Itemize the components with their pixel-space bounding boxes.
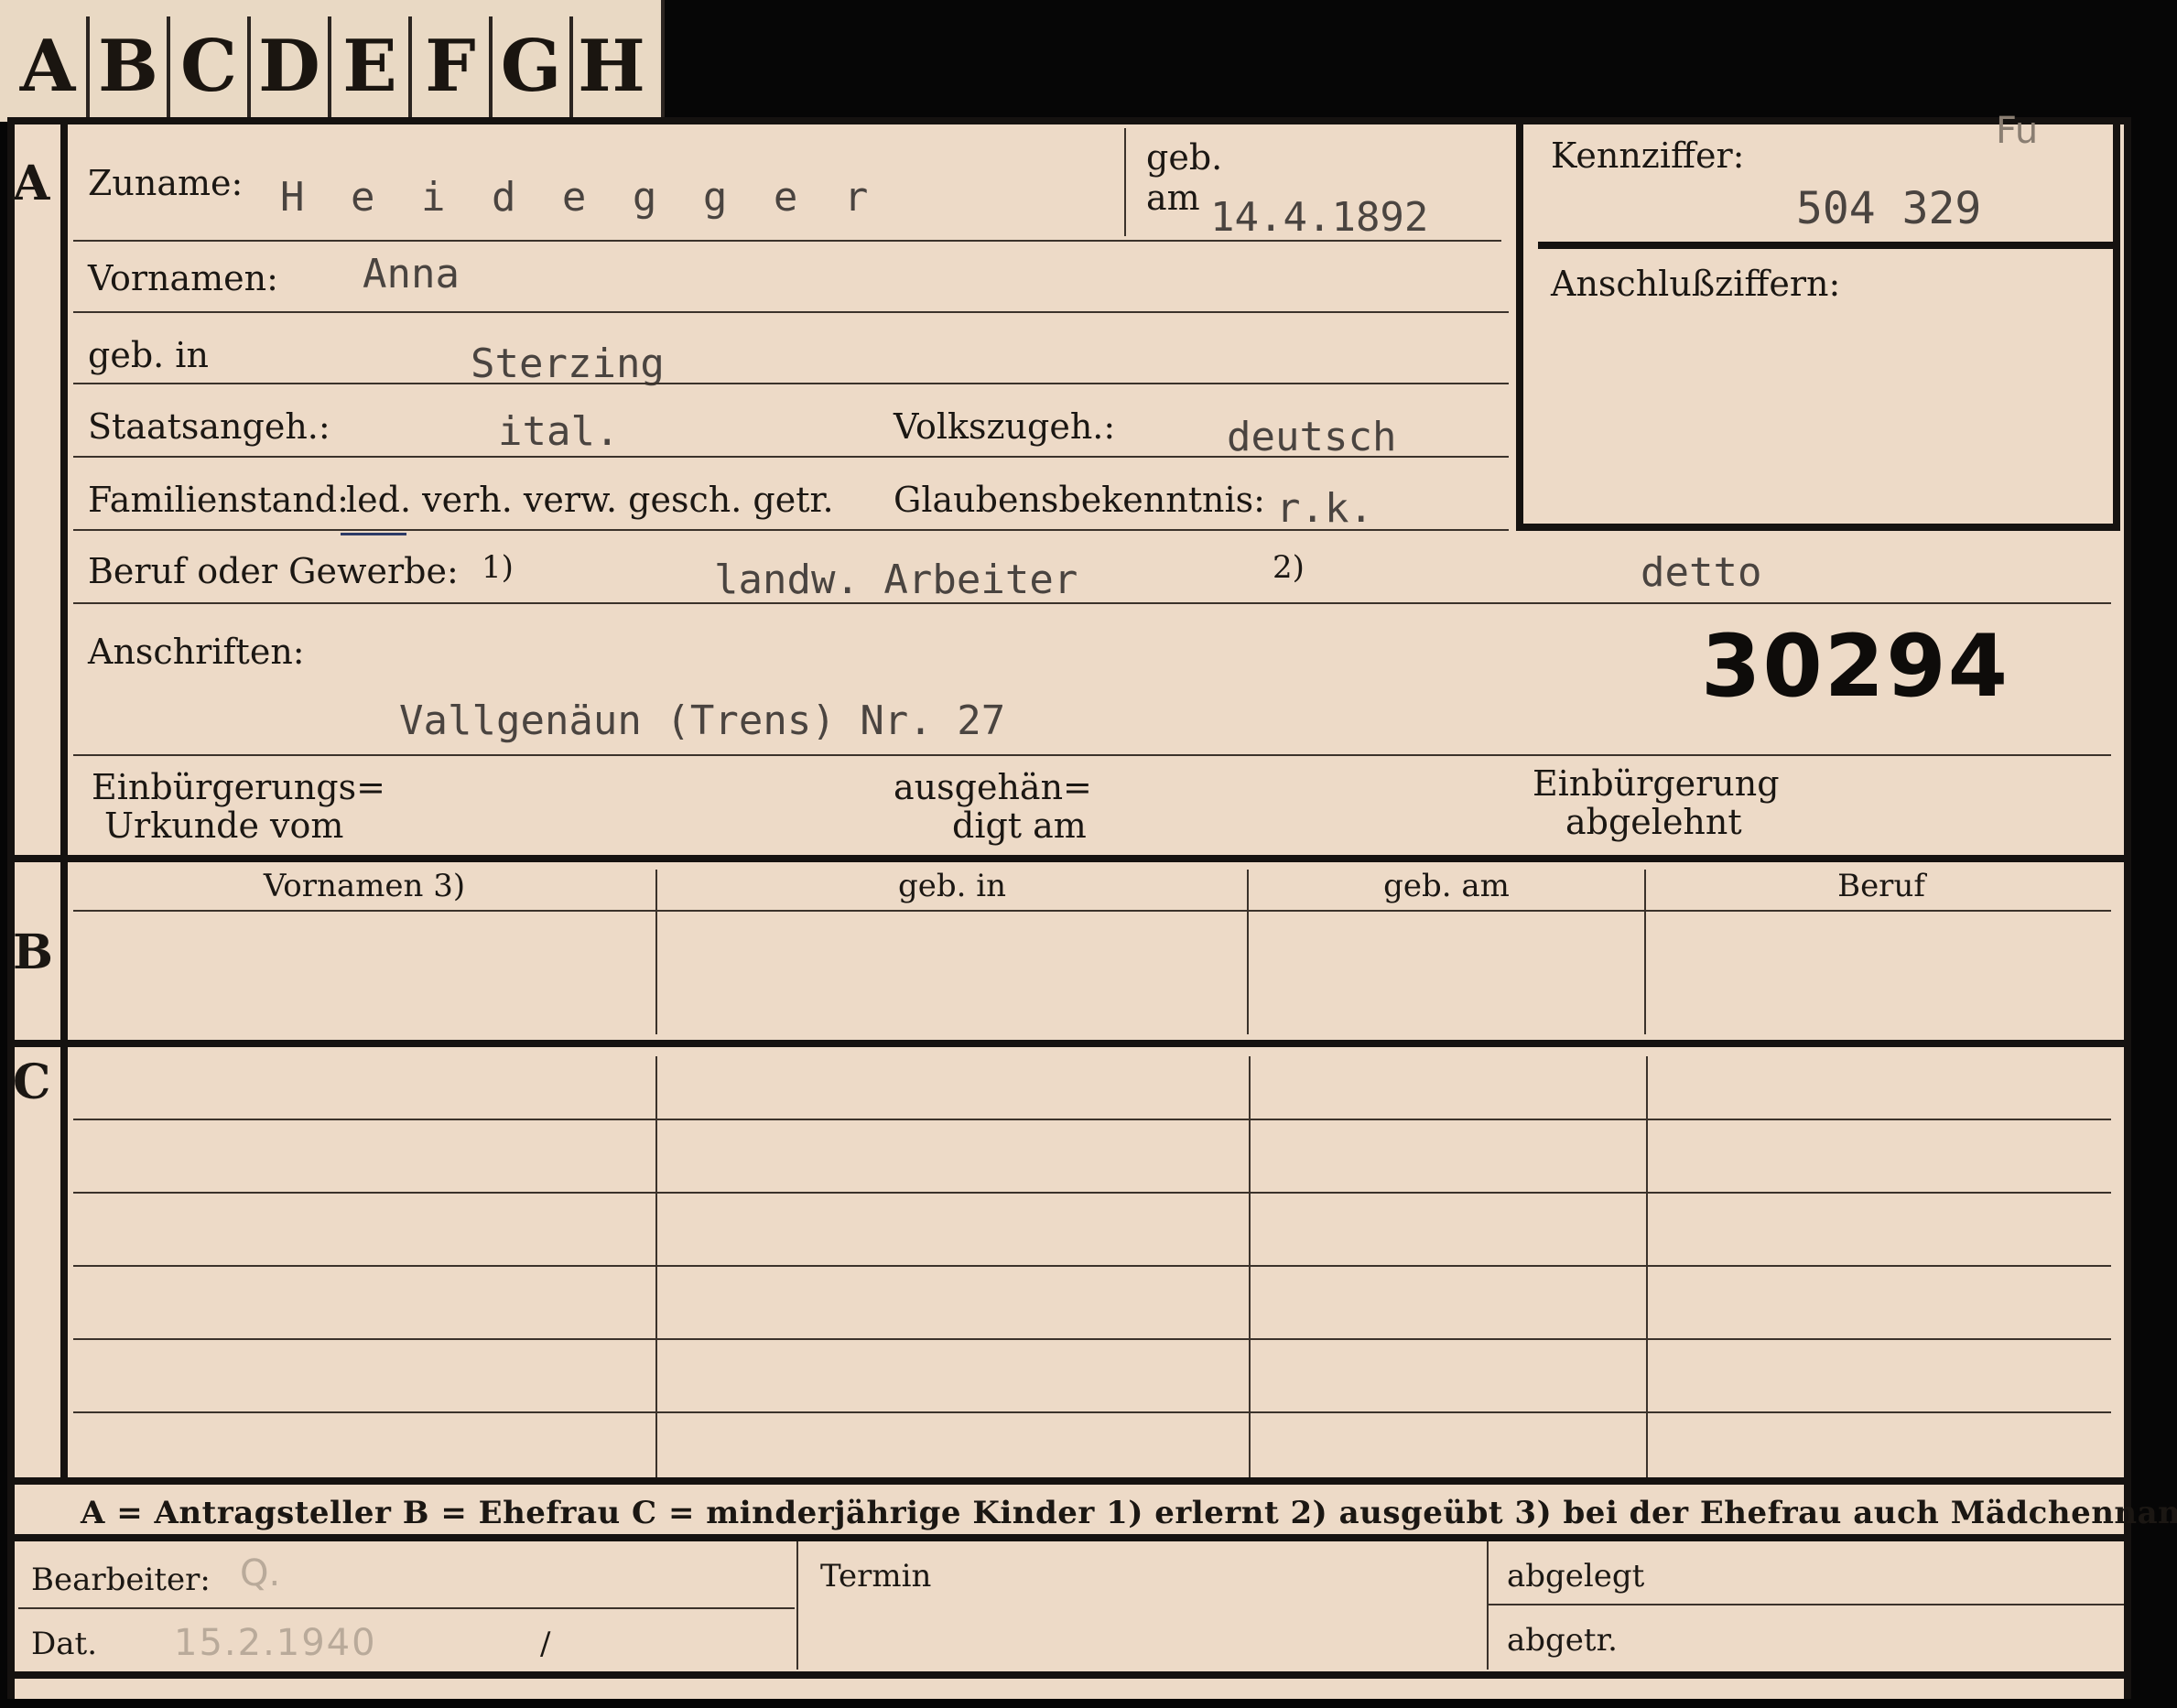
tab-letter-c: C [170, 16, 251, 117]
registration-card [7, 117, 2131, 1699]
row-line [73, 1338, 2111, 1340]
column-vornamen: Vornamen 3) [263, 868, 466, 904]
section-b-rule [60, 860, 68, 1040]
familienstand-label: Familienstand: [88, 480, 349, 520]
row-line [73, 1411, 2111, 1413]
row-line [73, 383, 1509, 384]
stamp-number: 30294 [1701, 617, 2010, 717]
card-left-border [7, 117, 15, 1699]
bearbeiter-value: Q. [240, 1552, 281, 1594]
column-beruf: Beruf [1837, 868, 1925, 904]
card-top-border [7, 117, 2131, 124]
vornamen-value: Anna [363, 251, 460, 297]
familienstand-mark [341, 533, 406, 535]
section-a-rule [60, 123, 68, 855]
tab-letter-e: E [331, 16, 412, 117]
anschrift-value: Vallgenäun (Trens) Nr. 27 [399, 697, 1006, 744]
footer-divider [796, 1541, 798, 1670]
letter-tab-strip: A B C D E F G H [0, 0, 665, 122]
row-line [73, 754, 2111, 756]
urkunde-vom-label: Urkunde vom [104, 805, 344, 846]
kennziffer-box-left [1516, 123, 1523, 531]
section-b-marker: B [13, 924, 53, 980]
section-c-rule [60, 1047, 68, 1477]
staatsangeh-label: Staatsangeh.: [88, 406, 330, 447]
zuname-value: H e i d e g g e r [280, 174, 880, 221]
tab-letter-a: A [9, 16, 90, 117]
volkszugeh-label: Volkszugeh.: [894, 406, 1116, 447]
card-bottom-border [7, 1671, 2131, 1679]
section-a-bottom [7, 855, 2131, 862]
geb-label: geb. [1146, 137, 1223, 178]
glaubensbekenntnis-label: Glaubensbekenntnis: [894, 480, 1265, 520]
kennziffer-box-right [2113, 123, 2120, 531]
dat-value: 15.2.1940 [174, 1622, 377, 1664]
termin-label: Termin [820, 1558, 932, 1594]
section-b-bottom [7, 1040, 2131, 1047]
row-line [73, 1265, 2111, 1267]
column-geb-am: geb. am [1383, 868, 1510, 904]
digt-am-label: digt am [952, 805, 1087, 846]
familienstand-options: led. verh. verw. gesch. getr. [346, 480, 834, 520]
col-divider [1247, 870, 1249, 1034]
section-a-marker: A [13, 156, 50, 211]
anschlussziffern-label: Anschlußziffern: [1551, 264, 1841, 304]
abgelehnt-label: abgelehnt [1565, 802, 1742, 842]
geb-in-value: Sterzing [471, 341, 665, 387]
tab-letter-b: B [90, 16, 170, 117]
geb-am-divider [1124, 128, 1126, 236]
glaubensbekenntnis-value: r.k. [1276, 485, 1373, 532]
col-divider [1644, 870, 1646, 1034]
kennziffer-label: Kennziffer: [1551, 135, 1745, 176]
einbuergerung-label: Einbürgerung [1533, 763, 1780, 804]
row-line [73, 529, 1509, 531]
vornamen-label: Vornamen: [88, 258, 278, 298]
section-c-marker: C [13, 1054, 51, 1110]
beruf-footnote-1: 1) [482, 549, 514, 586]
row-line [73, 240, 1501, 242]
abgelegt-label: abgelegt [1507, 1558, 1645, 1594]
kennziffer-value: 504 329 [1796, 183, 1982, 234]
row-line [73, 1119, 2111, 1120]
geb-in-label: geb. in [88, 335, 209, 375]
footer-divider [1487, 1541, 1489, 1670]
row-line [73, 311, 1509, 313]
tab-letter-g: G [493, 16, 573, 117]
beruf-ausgeuebt-value: detto [1641, 549, 1762, 596]
dat-label: Dat. [31, 1626, 98, 1662]
einbuergerungs-label: Einbürgerungs= [92, 767, 385, 807]
volkszugeh-value: deutsch [1227, 414, 1397, 460]
beruf-label: Beruf oder Gewerbe: [88, 551, 459, 591]
kennziffer-box-bottom [1516, 524, 2120, 531]
row-line [18, 1607, 795, 1609]
row-line [73, 1192, 2111, 1194]
staatsangeh-value: ital. [498, 408, 620, 455]
zuname-label: Zuname: [88, 163, 244, 203]
dat-slash: / [540, 1626, 551, 1662]
row-line [73, 910, 2111, 912]
ausgehaen-label: ausgehän= [894, 767, 1092, 807]
fu-note: Fu [1996, 110, 2039, 152]
abgetr-label: abgetr. [1507, 1622, 1618, 1659]
row-line [73, 602, 2111, 604]
row-line [73, 456, 1509, 458]
col-divider [655, 870, 657, 1034]
beruf-erlernt-value: landw. Arbeiter [714, 557, 1078, 603]
tab-letter-h: H [578, 25, 645, 108]
am-label: am [1146, 178, 1200, 218]
tab-letter-d: D [251, 16, 331, 117]
card-right-border [2124, 117, 2131, 1699]
bearbeiter-label: Bearbeiter: [31, 1562, 211, 1598]
geb-am-value: 14.4.1892 [1210, 194, 1429, 241]
row-line [1489, 1604, 2124, 1605]
legend-bottom [7, 1534, 2131, 1541]
beruf-footnote-2: 2) [1273, 549, 1305, 586]
anschriften-label: Anschriften: [88, 632, 305, 672]
column-geb-in: geb. in [897, 868, 1007, 904]
legend-line: A = Antragsteller B = Ehefrau C = minder… [81, 1495, 2177, 1531]
kennziffer-divider [1538, 242, 2113, 249]
tab-letter-f: F [412, 16, 493, 117]
section-c-bottom [7, 1477, 2131, 1485]
